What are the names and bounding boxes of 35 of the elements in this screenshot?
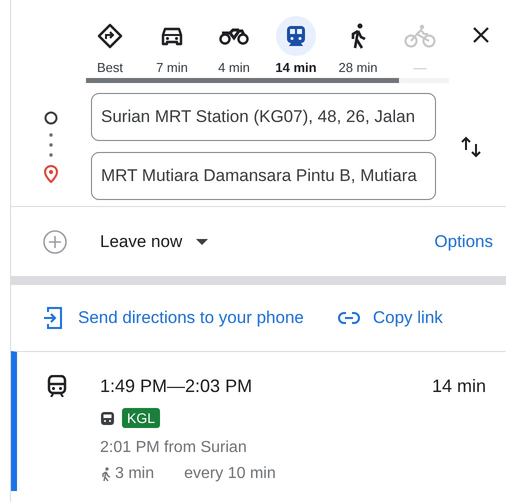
origin-field[interactable]: Surian MRT Station (KG07), 48, 26, Jalan (91, 93, 436, 141)
walk-time: 3 min (115, 464, 154, 484)
bicycle-icon (404, 24, 436, 48)
train-icon (100, 410, 115, 426)
route-card[interactable]: 1:49 PM—2:03 PM 14 min KGL 2:01 PM from Surian 3 min every 10 min (11, 351, 506, 491)
departure-text: 2:01 PM from Surian (100, 438, 248, 458)
walking-icon (349, 23, 367, 49)
turn-sign-icon (97, 23, 123, 49)
send-to-device-icon (43, 306, 63, 330)
send-to-phone-link[interactable]: Send directions to your phone (43, 305, 304, 331)
copy-link-button[interactable]: Copy link (338, 305, 443, 331)
walking-icon (100, 466, 112, 482)
train-icon (286, 25, 306, 47)
route-duration: 14 min (432, 374, 486, 398)
pin-icon (44, 164, 58, 182)
dots-icon (49, 132, 53, 158)
train-icon (47, 375, 67, 397)
add-icon[interactable] (42, 228, 68, 254)
travel-mode-tab[interactable]: 28 min (327, 16, 389, 78)
route-times: 1:49 PM—2:03 PM (100, 374, 252, 398)
origin-circle-icon (44, 110, 58, 124)
travel-mode-tab[interactable]: 7 min (141, 16, 203, 78)
car-icon (160, 25, 184, 47)
leave-now-dropdown[interactable]: Leave now (100, 228, 208, 254)
frequency-text: every 10 min (184, 464, 276, 484)
options-link[interactable]: Options (434, 228, 493, 254)
scrollbar-thumb[interactable] (86, 78, 399, 83)
motorcycle-icon (219, 27, 249, 45)
line-badge: KGL (122, 408, 160, 428)
travel-mode-tab[interactable]: 14 min (265, 16, 327, 78)
link-icon (338, 312, 360, 324)
destination-field[interactable]: MRT Mutiara Damansara Pintu B, Mutiara (91, 152, 436, 200)
caret-icon (196, 238, 208, 244)
travel-mode-tab[interactable]: Best (79, 16, 141, 78)
travel-mode-tab[interactable]: 4 min (203, 16, 265, 78)
